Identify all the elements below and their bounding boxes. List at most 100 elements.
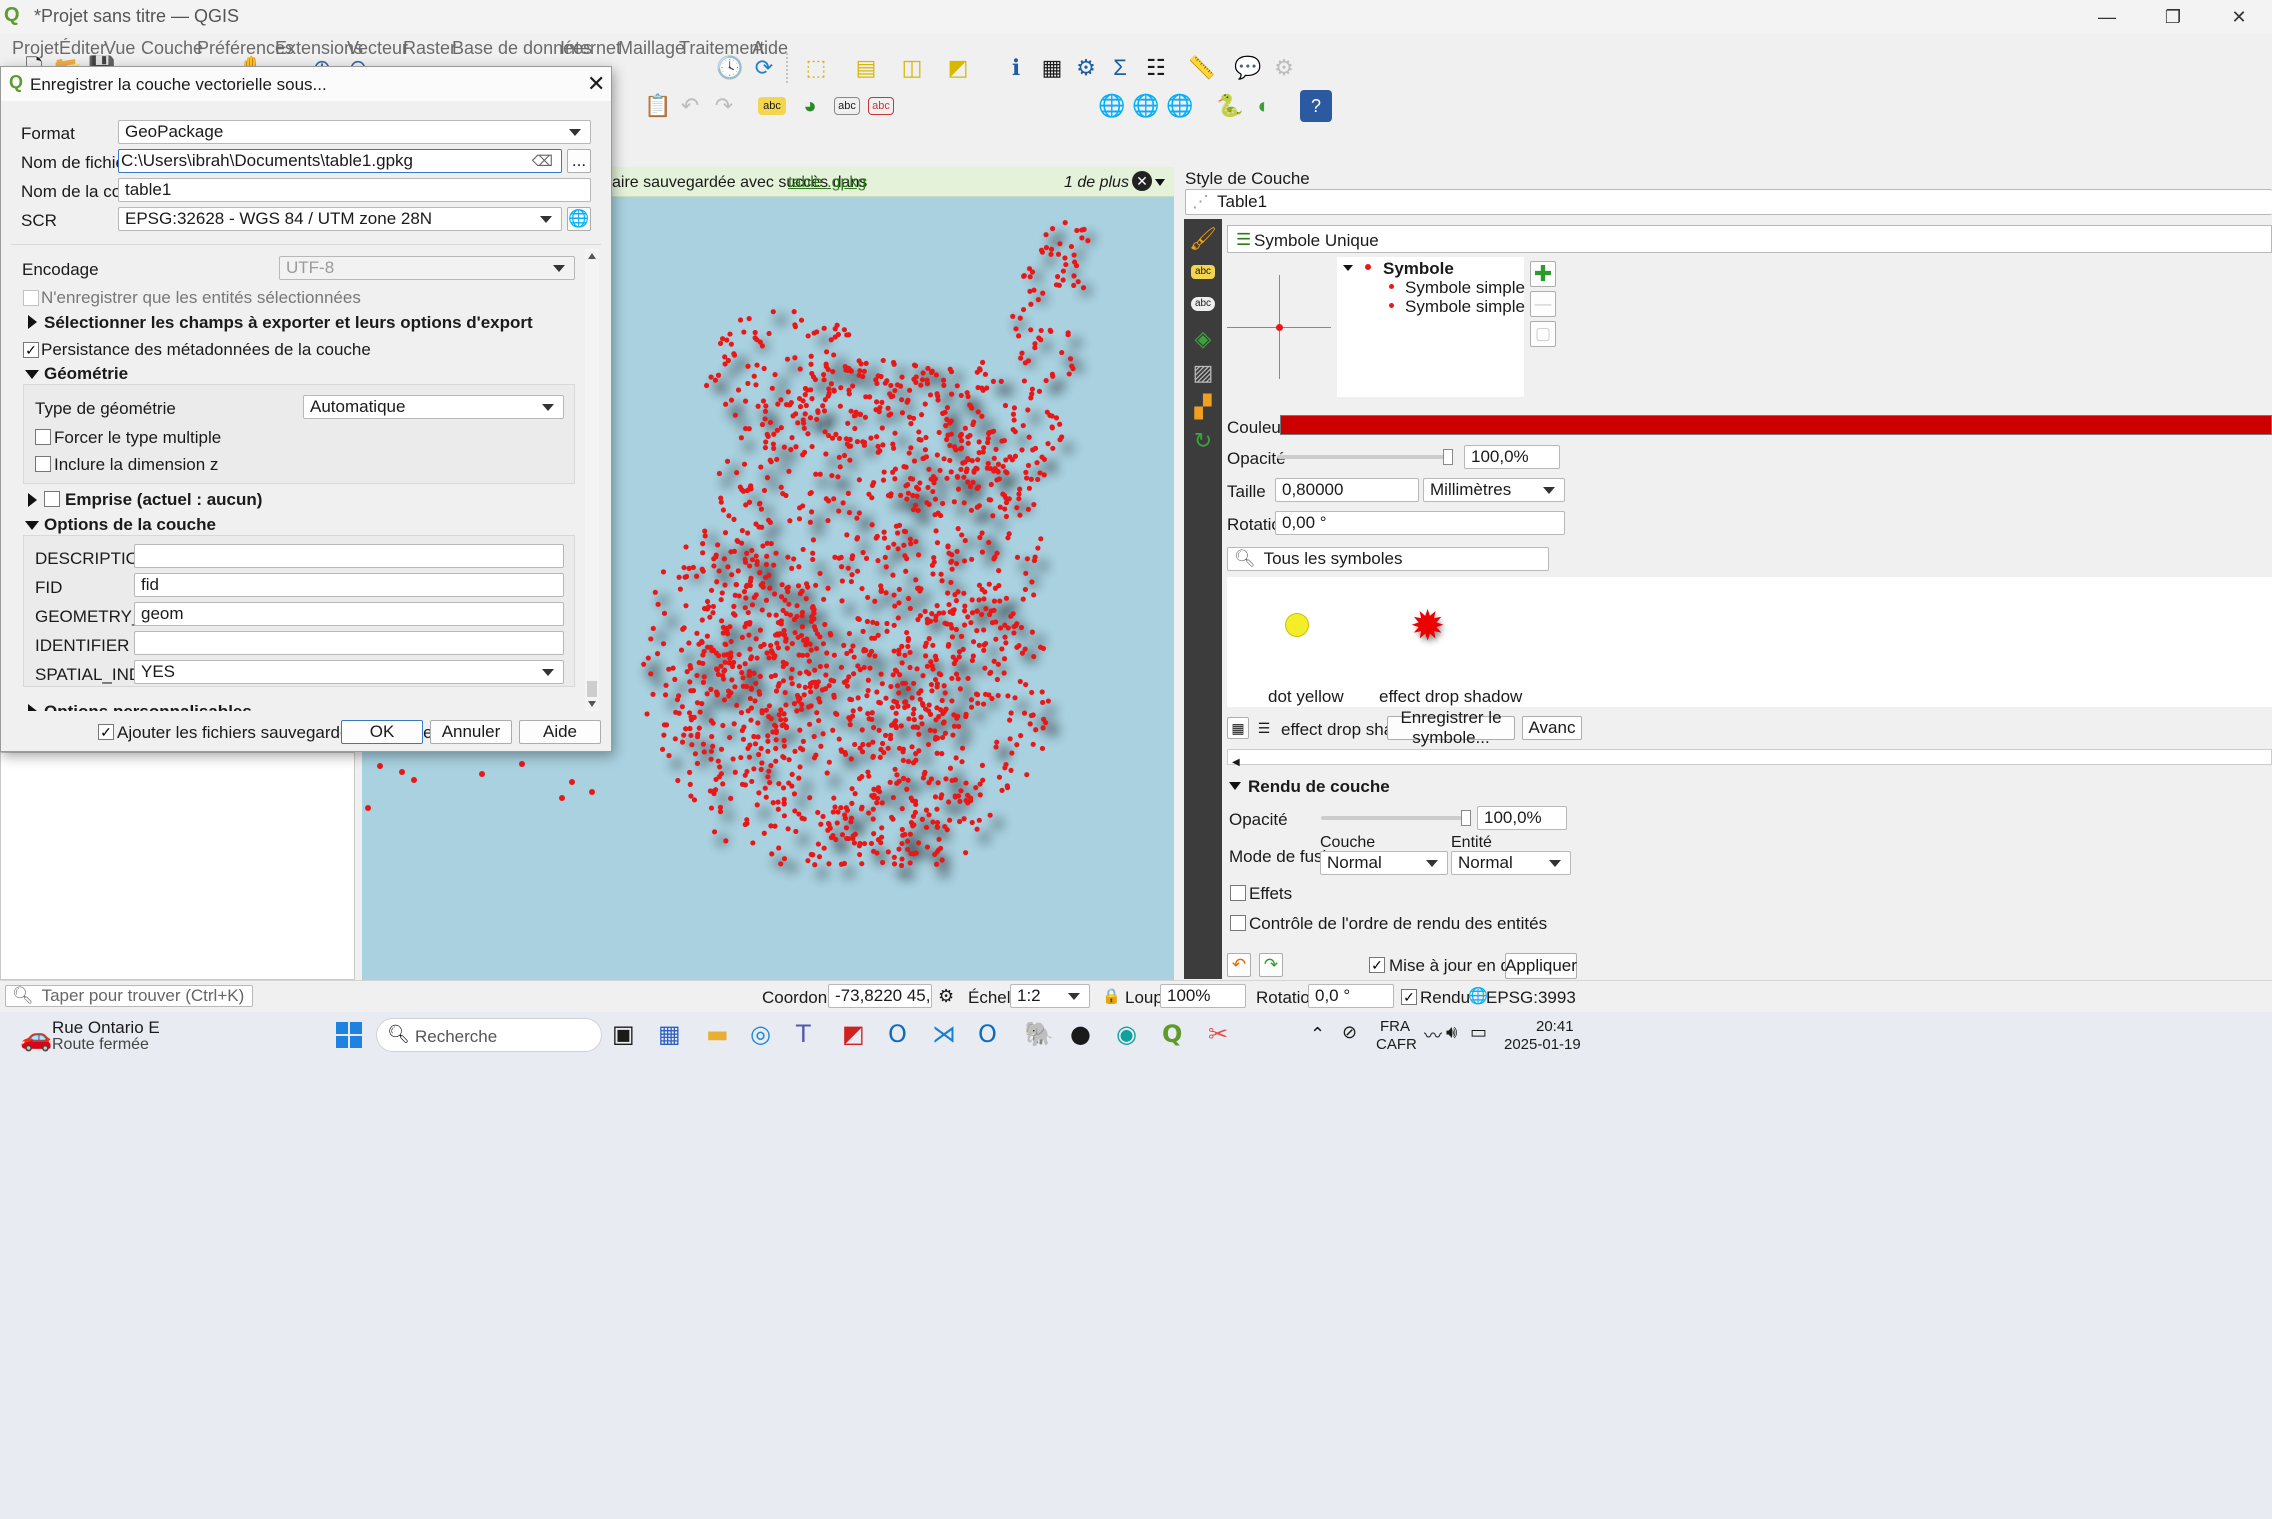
keyboard-layout[interactable]: CAFR — [1376, 1036, 1417, 1053]
clock-time[interactable]: 20:41 — [1536, 1018, 1574, 1035]
python-icon[interactable]: 🐍 — [1214, 90, 1246, 122]
globe-check-icon[interactable]: 🌐 — [1164, 90, 1196, 122]
postgresql-icon[interactable]: 🐘 — [1024, 1020, 1054, 1048]
layer-opacity-slider-handle[interactable] — [1461, 810, 1471, 826]
attribute-table-icon[interactable]: ▦ — [1036, 52, 1068, 84]
measure-ruler-icon[interactable]: 📏 — [1186, 52, 1218, 84]
symbol-scrollbar[interactable]: ◀ — [1227, 749, 2272, 768]
scroll-left-icon[interactable]: ◀ — [1232, 757, 1240, 768]
crs-combo[interactable]: EPSG:32628 - WGS 84 / UTM zone 28N — [118, 207, 562, 231]
crs-status[interactable]: EPSG:3993 — [1486, 988, 1576, 1008]
3d-view-icon[interactable]: ◈ — [1187, 323, 1219, 355]
task-view-icon[interactable]: ▣ — [612, 1020, 635, 1048]
format-combo[interactable]: GeoPackage — [118, 120, 591, 144]
extent-section[interactable]: Emprise (actuel : aucun) — [65, 490, 262, 510]
dot-yellow-icon[interactable] — [1285, 613, 1309, 637]
select-location-icon[interactable]: ◩ — [942, 52, 974, 84]
github-icon[interactable]: ● — [1070, 1020, 1091, 1048]
plugin-globe-icon[interactable]: ◐ — [1248, 90, 1280, 122]
windows-start-icon[interactable] — [336, 1022, 362, 1048]
render-checkbox[interactable]: ✓ — [1401, 989, 1417, 1005]
battery-icon[interactable]: ▭ — [1470, 1022, 1487, 1043]
scroll-down-icon[interactable] — [588, 701, 596, 707]
expand-fields-icon[interactable] — [28, 315, 37, 329]
symbol-search-input[interactable]: 🔍︎ Tous les symboles — [1227, 547, 1549, 571]
custom-options-section[interactable]: Options personnalisables — [44, 702, 252, 711]
filename-input[interactable]: C:\Users\ibrah\Documents\table1.gpkg ⌫ — [118, 149, 562, 173]
coordinate-toggle-icon[interactable]: ⚙ — [938, 986, 954, 1007]
expand-custom-options-icon[interactable] — [28, 704, 37, 711]
scroll-thumb[interactable] — [587, 681, 597, 697]
message-menu-icon[interactable] — [1155, 179, 1165, 186]
crs-select-icon[interactable]: 🌐 — [567, 207, 591, 231]
effects-checkbox[interactable] — [1230, 885, 1246, 901]
statistics-sigma-icon[interactable]: Σ — [1104, 52, 1136, 84]
minimize-button[interactable]: — — [2074, 0, 2140, 34]
close-message-icon[interactable]: ✕ — [1132, 171, 1152, 191]
close-window-button[interactable]: ✕ — [2206, 0, 2272, 34]
color-button[interactable] — [1280, 415, 2272, 435]
opacity-slider-handle[interactable] — [1443, 449, 1453, 465]
masks-icon[interactable]: abc — [1191, 297, 1215, 311]
blend-feature-combo[interactable]: Normal — [1451, 851, 1571, 875]
fields-icon[interactable]: ▞ — [1187, 391, 1219, 423]
label-pin-icon[interactable]: abc — [834, 97, 860, 115]
volume-icon[interactable]: 🔊︎ — [1446, 1022, 1457, 1043]
live-update-checkbox[interactable]: ✓ — [1369, 957, 1385, 973]
layer-options-section[interactable]: Options de la couche — [44, 515, 216, 535]
lock-scale-icon[interactable]: 🔒 — [1102, 987, 1121, 1005]
wifi-icon[interactable]: 〰 — [1424, 1022, 1442, 1048]
maximize-button[interactable]: ❐ — [2140, 0, 2206, 34]
select-fields-section[interactable]: Sélectionner les champs à exporter et le… — [44, 313, 533, 333]
option-description-input[interactable] — [134, 544, 564, 568]
render-order-checkbox[interactable] — [1230, 915, 1246, 931]
menu-raster[interactable]: Raster — [403, 38, 456, 59]
deselect-icon[interactable]: ◫ — [896, 52, 928, 84]
layername-input[interactable]: table1 — [118, 178, 591, 202]
refresh-icon[interactable]: ⟳ — [748, 52, 780, 84]
message-link[interactable]: table .gpkg — [788, 174, 866, 192]
layer-opacity-spinbox[interactable]: 100,0% — [1477, 806, 1567, 830]
size-unit-combo[interactable]: Millimètres — [1423, 478, 1565, 502]
scale-combo[interactable]: 1:2 — [1010, 984, 1090, 1008]
vscode-icon[interactable]: ⋊ — [932, 1020, 956, 1048]
clear-filename-icon[interactable]: ⌫ — [532, 152, 553, 170]
undo-style-icon[interactable]: ↶ — [1227, 953, 1251, 977]
include-z-checkbox[interactable] — [35, 456, 51, 472]
opacity-spinbox[interactable]: 100,0% — [1464, 445, 1560, 469]
advanced-button[interactable]: Avanc — [1522, 716, 1582, 740]
select-by-value-icon[interactable]: ▤ — [850, 52, 882, 84]
save-symbol-button[interactable]: Enregistrer le symbole... — [1387, 708, 1515, 747]
option-spatial-index-combo[interactable]: YES — [134, 660, 564, 684]
force-multi-checkbox[interactable] — [35, 429, 51, 445]
network-status-icon[interactable]: ⊘ — [1342, 1022, 1357, 1043]
label-hide-icon[interactable]: abc — [868, 97, 894, 115]
geometry-section[interactable]: Géométrie — [44, 364, 128, 384]
dialog-scrollbar[interactable] — [585, 249, 599, 711]
teams-icon[interactable]: T — [796, 1020, 811, 1048]
layer-selector[interactable]: ⋰ Table1 — [1185, 189, 2272, 215]
coordinate-field[interactable]: -73,8220 45,5110 — [828, 984, 932, 1008]
tree-collapse-icon[interactable] — [1343, 265, 1353, 271]
add-symbol-layer-icon[interactable]: ✚ — [1530, 261, 1556, 287]
option-fid-input[interactable]: fid — [134, 573, 564, 597]
snipping-icon[interactable]: ✂ — [1208, 1020, 1228, 1048]
redo-style-icon[interactable]: ↷ — [1259, 953, 1283, 977]
extent-checkbox[interactable] — [44, 491, 60, 507]
rotation-spinbox[interactable]: 0,00 ° — [1275, 511, 1565, 535]
table-view-icon[interactable]: ☷ — [1140, 52, 1172, 84]
rendering-section[interactable]: Rendu de couche — [1248, 777, 1390, 797]
menu-couche[interactable]: Couche — [141, 38, 203, 59]
globe-search-icon[interactable]: 🌐 — [1096, 90, 1128, 122]
diagrams-icon[interactable]: ▨ — [1187, 357, 1219, 389]
grid-view-icon[interactable]: ▦ — [1227, 717, 1249, 739]
temporal-clock-icon[interactable]: 🕓 — [714, 52, 746, 84]
blend-layer-combo[interactable]: Normal — [1320, 851, 1448, 875]
locator-search-input[interactable]: 🔍︎ Taper pour trouver (Ctrl+K) — [5, 985, 253, 1007]
size-spinbox[interactable]: 0,80000 — [1275, 478, 1419, 502]
apply-button[interactable]: Appliquer — [1505, 953, 1577, 979]
outlook-icon[interactable]: O — [888, 1020, 907, 1048]
browse-button[interactable]: ... — [567, 149, 591, 173]
collapse-layer-options-icon[interactable] — [25, 521, 39, 530]
option-identifier-input[interactable] — [134, 631, 564, 655]
